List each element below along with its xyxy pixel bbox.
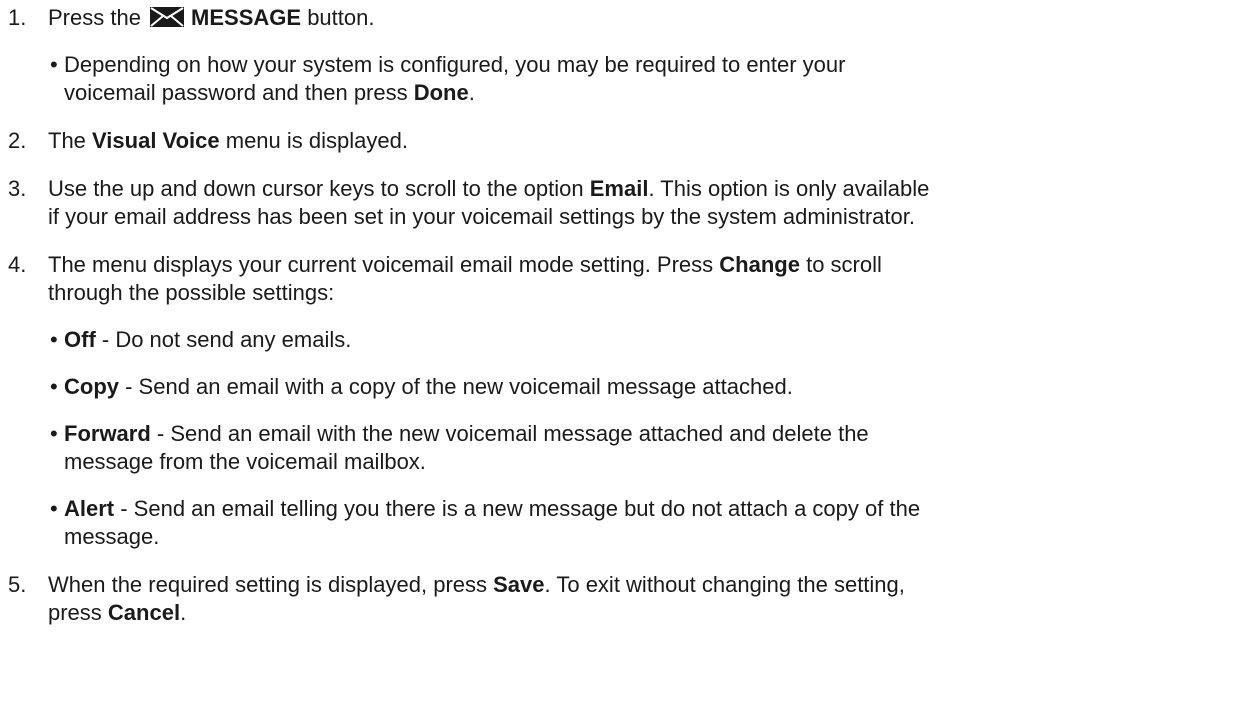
step-number: 2. xyxy=(8,128,27,153)
step-text: button. xyxy=(301,5,375,30)
step-3: 3. Use the up and down cursor keys to scr… xyxy=(8,176,930,229)
bullet: • xyxy=(50,374,58,399)
bullet: • xyxy=(50,52,58,77)
menu-name: Visual Voice xyxy=(92,128,220,153)
softkey-name: Save xyxy=(493,572,545,597)
step-text: Press the xyxy=(48,5,148,30)
bullet: • xyxy=(50,421,58,446)
sub-item-alert: • Alert - Send an email telling you there… xyxy=(50,496,921,549)
setting-name: Off xyxy=(64,327,96,352)
bullet: • xyxy=(50,496,58,521)
step-4: 4. The menu displays your current voicema… xyxy=(8,252,882,305)
softkey-name: Change xyxy=(719,252,800,277)
step-number: 5. xyxy=(8,572,27,597)
envelope-icon xyxy=(149,6,185,28)
step-2: 2. The Visual Voice menu is displayed. xyxy=(8,128,408,153)
bullet: • xyxy=(50,327,58,352)
button-name: MESSAGE xyxy=(191,5,302,30)
setting-name: Copy xyxy=(64,374,119,399)
setting-name: Forward xyxy=(64,421,151,446)
sub-text: voicemail password and then press xyxy=(64,80,414,105)
instruction-document: 1. Press the MESSAGE button. • Depending o… xyxy=(0,0,1236,627)
sub-item-copy: • Copy - Send an email with a copy of the… xyxy=(50,374,793,399)
softkey-name: Cancel xyxy=(107,600,181,625)
step-1: 1. Press the MESSAGE button. xyxy=(0,4,1236,32)
option-name: Email xyxy=(589,176,649,201)
step-number: 3. xyxy=(8,176,27,201)
step-5: 5. When the required setting is displayed… xyxy=(8,572,905,625)
sub-item-forward: • Forward - Send an email with the new vo… xyxy=(50,421,869,474)
step-number: 4. xyxy=(8,252,27,277)
sub-text: Depending on how your system is configur… xyxy=(64,52,846,77)
softkey-name: Done xyxy=(413,80,469,105)
sub-item: • Depending on how your system is configu… xyxy=(50,52,846,105)
sub-item-off: • Off - Do not send any emails. xyxy=(50,327,352,352)
step-number: 1. xyxy=(8,5,27,30)
setting-name: Alert xyxy=(64,496,115,521)
